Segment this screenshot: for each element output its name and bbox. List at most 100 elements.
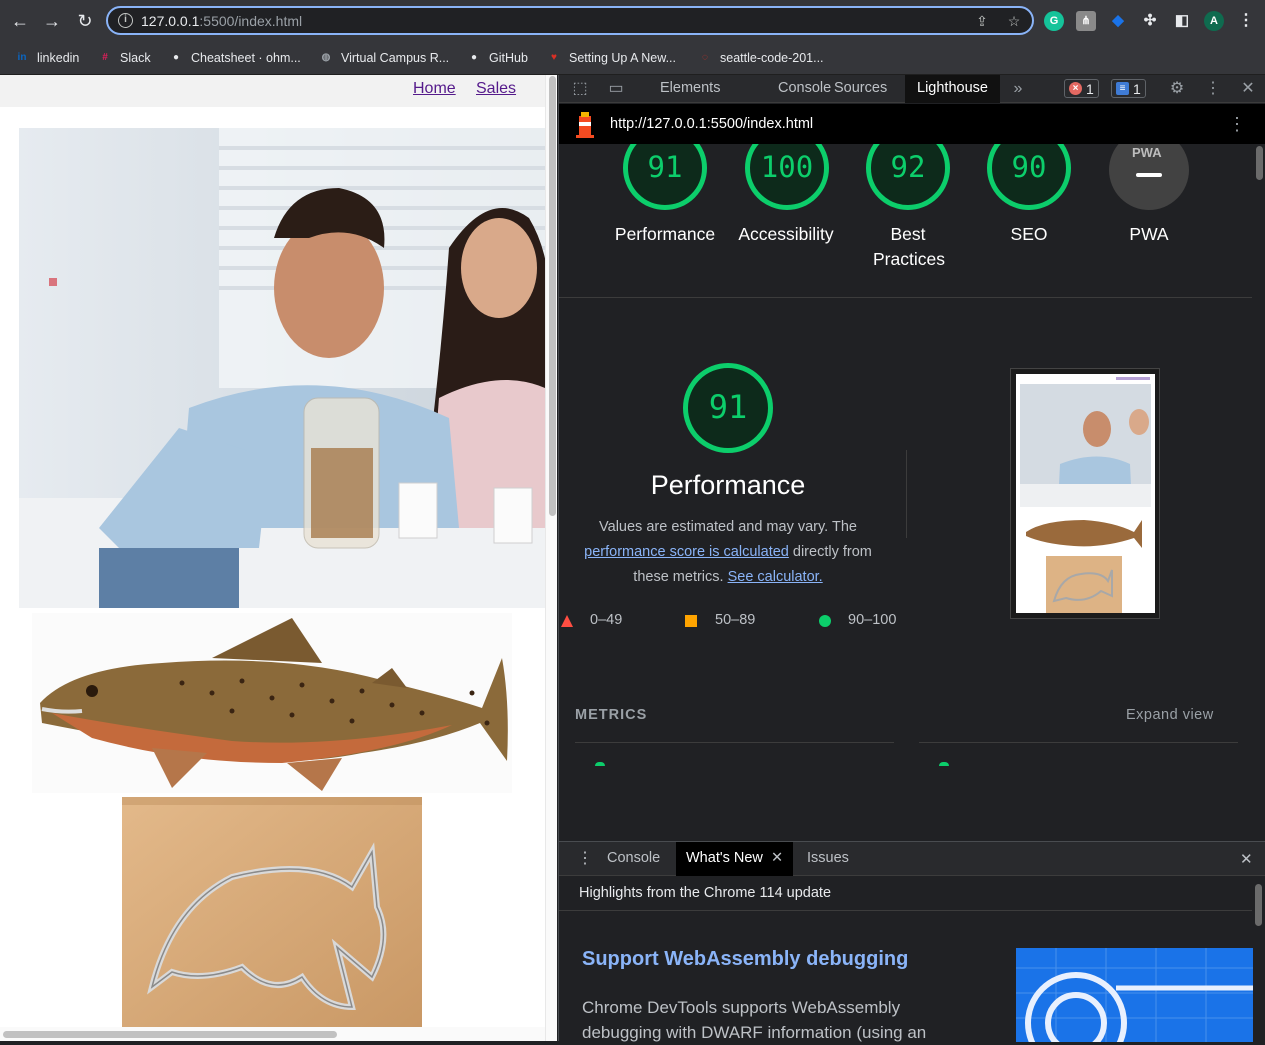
drawer-tab-whats-new[interactable]: What's New ✕ <box>676 842 794 876</box>
error-icon: × <box>1069 82 1082 95</box>
circle-icon <box>819 615 831 627</box>
device-toolbar-icon[interactable]: ▭ <box>606 79 626 99</box>
error-counter[interactable]: × 1 <box>1064 79 1099 98</box>
error-count: 1 <box>1086 80 1094 97</box>
bookmark-item[interactable]: ◍ Virtual Campus R... <box>318 48 450 68</box>
score-calculated-link[interactable]: performance score is calculated <box>584 544 789 560</box>
address-bar[interactable]: i 127.0.0.1:5500/index.html ⇪ ☆ <box>106 6 1034 35</box>
triangle-icon <box>561 615 573 627</box>
metrics-header: METRICS <box>575 707 648 723</box>
bookmark-star-icon[interactable]: ☆ <box>1006 13 1022 29</box>
puzzle-extensions-icon[interactable]: ✣ <box>1140 11 1160 31</box>
bookmark-label: Virtual Campus R... <box>341 51 450 65</box>
performance-label: Performance <box>614 224 716 244</box>
thumbnail-couple-photo <box>1020 384 1151 507</box>
nav-link-sales[interactable]: Sales <box>476 80 516 98</box>
bookmark-item[interactable]: # Slack <box>97 48 150 68</box>
bookmark-label: Cheatsheet · ohm... <box>191 51 301 65</box>
whats-new-highlights: Highlights from the Chrome 114 update <box>579 885 832 901</box>
close-drawer-icon[interactable]: ✕ <box>1240 850 1253 868</box>
seo-gauge[interactable]: 90 <box>987 144 1071 210</box>
extension-icon[interactable]: ⋔ <box>1076 11 1096 31</box>
share-icon[interactable]: ⇪ <box>974 13 990 29</box>
settings-gear-icon[interactable]: ⚙ <box>1167 79 1187 99</box>
message-counter[interactable]: ≡ 1 <box>1111 79 1146 98</box>
more-tabs-icon[interactable]: » <box>1008 79 1028 99</box>
globe-icon: ◍ <box>321 52 331 63</box>
loading-icon: ◌ <box>702 52 708 63</box>
profile-avatar[interactable]: A <box>1204 11 1224 31</box>
bookmark-label: Setting Up A New... <box>569 51 677 65</box>
pwa-label: PWA <box>1129 224 1169 244</box>
devtools-menu-icon[interactable]: ⋮ <box>1203 79 1223 99</box>
close-tab-icon[interactable]: ✕ <box>771 850 783 866</box>
drawer-scroll-thumb[interactable] <box>1255 884 1262 926</box>
pwa-badge-text: PWA <box>1132 145 1162 160</box>
close-devtools-icon[interactable]: ✕ <box>1238 79 1258 99</box>
drawer-tab-console[interactable]: Console <box>607 850 660 866</box>
side-panel-icon[interactable]: ◧ <box>1172 11 1192 31</box>
bookmark-item[interactable]: ♥ Setting Up A New... <box>546 48 676 68</box>
performance-gauge[interactable]: 91 <box>623 144 707 210</box>
tab-console[interactable]: Console <box>778 80 831 96</box>
see-calculator-link[interactable]: See calculator. <box>728 569 823 585</box>
message-icon: ≡ <box>1116 82 1129 95</box>
bookmark-item[interactable]: ● GitHub <box>466 48 528 68</box>
page-screenshot-thumbnail[interactable] <box>1010 368 1160 619</box>
lighthouse-report: 91 Performance 100 Accessibility 92 Best… <box>559 144 1265 841</box>
bookmark-item[interactable]: in linkedin <box>14 48 80 68</box>
inspect-element-icon[interactable]: ⬚ <box>570 79 590 99</box>
performance-title: Performance <box>650 470 806 500</box>
article-text: Chrome DevTools supports WebAssembly deb… <box>582 998 927 1042</box>
couple-photo <box>19 128 545 608</box>
tab-elements[interactable]: Elements <box>660 80 720 96</box>
devtools-drawer: ⋮ Console What's New ✕ Issues ✕ Highligh… <box>559 841 1265 1042</box>
diamond-extension-icon[interactable]: ◆ <box>1108 11 1128 31</box>
performance-score-gauge: 91 <box>683 363 773 453</box>
thumbnail-cookie-cutter <box>1046 556 1122 613</box>
pwa-badge[interactable]: PWA <box>1109 144 1189 210</box>
page-vertical-scrollbar[interactable] <box>545 75 557 1041</box>
forward-arrow-icon[interactable]: → <box>40 9 64 33</box>
nav-link-home[interactable]: Home <box>413 80 456 98</box>
browser-toolbar: ← → ↻ i 127.0.0.1:5500/index.html ⇪ ☆ G … <box>0 0 1265 42</box>
reload-icon[interactable]: ↻ <box>73 9 97 33</box>
drawer-tab-issues[interactable]: Issues <box>807 850 849 866</box>
page-nav-bar: Home Sales <box>0 75 545 107</box>
drawer-menu-icon[interactable]: ⋮ <box>577 848 593 868</box>
lighthouse-scrollbar[interactable] <box>1255 144 1264 841</box>
bookmark-item[interactable]: ◌ seattle-code-201... <box>697 48 824 68</box>
lighthouse-scroll-thumb[interactable] <box>1256 146 1263 180</box>
lighthouse-menu-icon[interactable]: ⋮ <box>1228 114 1246 135</box>
legend-average-range: 50–89 <box>715 612 756 628</box>
bookmark-item[interactable]: ● Cheatsheet · ohm... <box>168 48 301 68</box>
lighthouse-report-bar: http://127.0.0.1:5500/index.html ⋮ <box>559 104 1265 144</box>
page-scroll-thumb[interactable] <box>549 76 556 516</box>
bookmarks-bar: in linkedin # Slack ● Cheatsheet · ohm... ◍ Vir… <box>0 42 1265 75</box>
page-horizontal-scrollbar[interactable] <box>0 1027 545 1041</box>
shield-icon: ♥ <box>551 52 557 63</box>
lighthouse-url: http://127.0.0.1:5500/index.html <box>610 116 814 132</box>
back-arrow-icon[interactable]: ← <box>8 9 32 33</box>
expand-view-link[interactable]: Expand view <box>1126 707 1214 723</box>
thumbnail-trout <box>1026 520 1142 548</box>
bookmark-label: GitHub <box>489 51 528 65</box>
metric-pass-icon <box>595 762 605 766</box>
address-url[interactable]: 127.0.0.1:5500/index.html <box>141 13 302 29</box>
tab-lighthouse[interactable]: Lighthouse <box>905 75 1000 103</box>
best-practices-gauge[interactable]: 92 <box>866 144 950 210</box>
page-hscroll-thumb[interactable] <box>3 1031 337 1038</box>
grammarly-extension-icon[interactable]: G <box>1044 11 1064 31</box>
best-practices-label: Best Practices <box>873 224 945 269</box>
web-page-viewport: Home Sales <box>0 75 557 1041</box>
accessibility-gauge[interactable]: 100 <box>745 144 829 210</box>
browser-menu-icon[interactable]: ⋮ <box>1236 11 1256 31</box>
legend-pass-range: 90–100 <box>848 612 897 628</box>
message-count: 1 <box>1133 80 1141 97</box>
tab-sources[interactable]: Sources <box>834 80 887 96</box>
site-info-icon[interactable]: i <box>118 13 133 28</box>
divider <box>919 742 1238 743</box>
square-icon <box>685 615 697 627</box>
article-title-link[interactable]: Support WebAssembly debugging <box>582 948 908 971</box>
divider <box>559 297 1252 298</box>
